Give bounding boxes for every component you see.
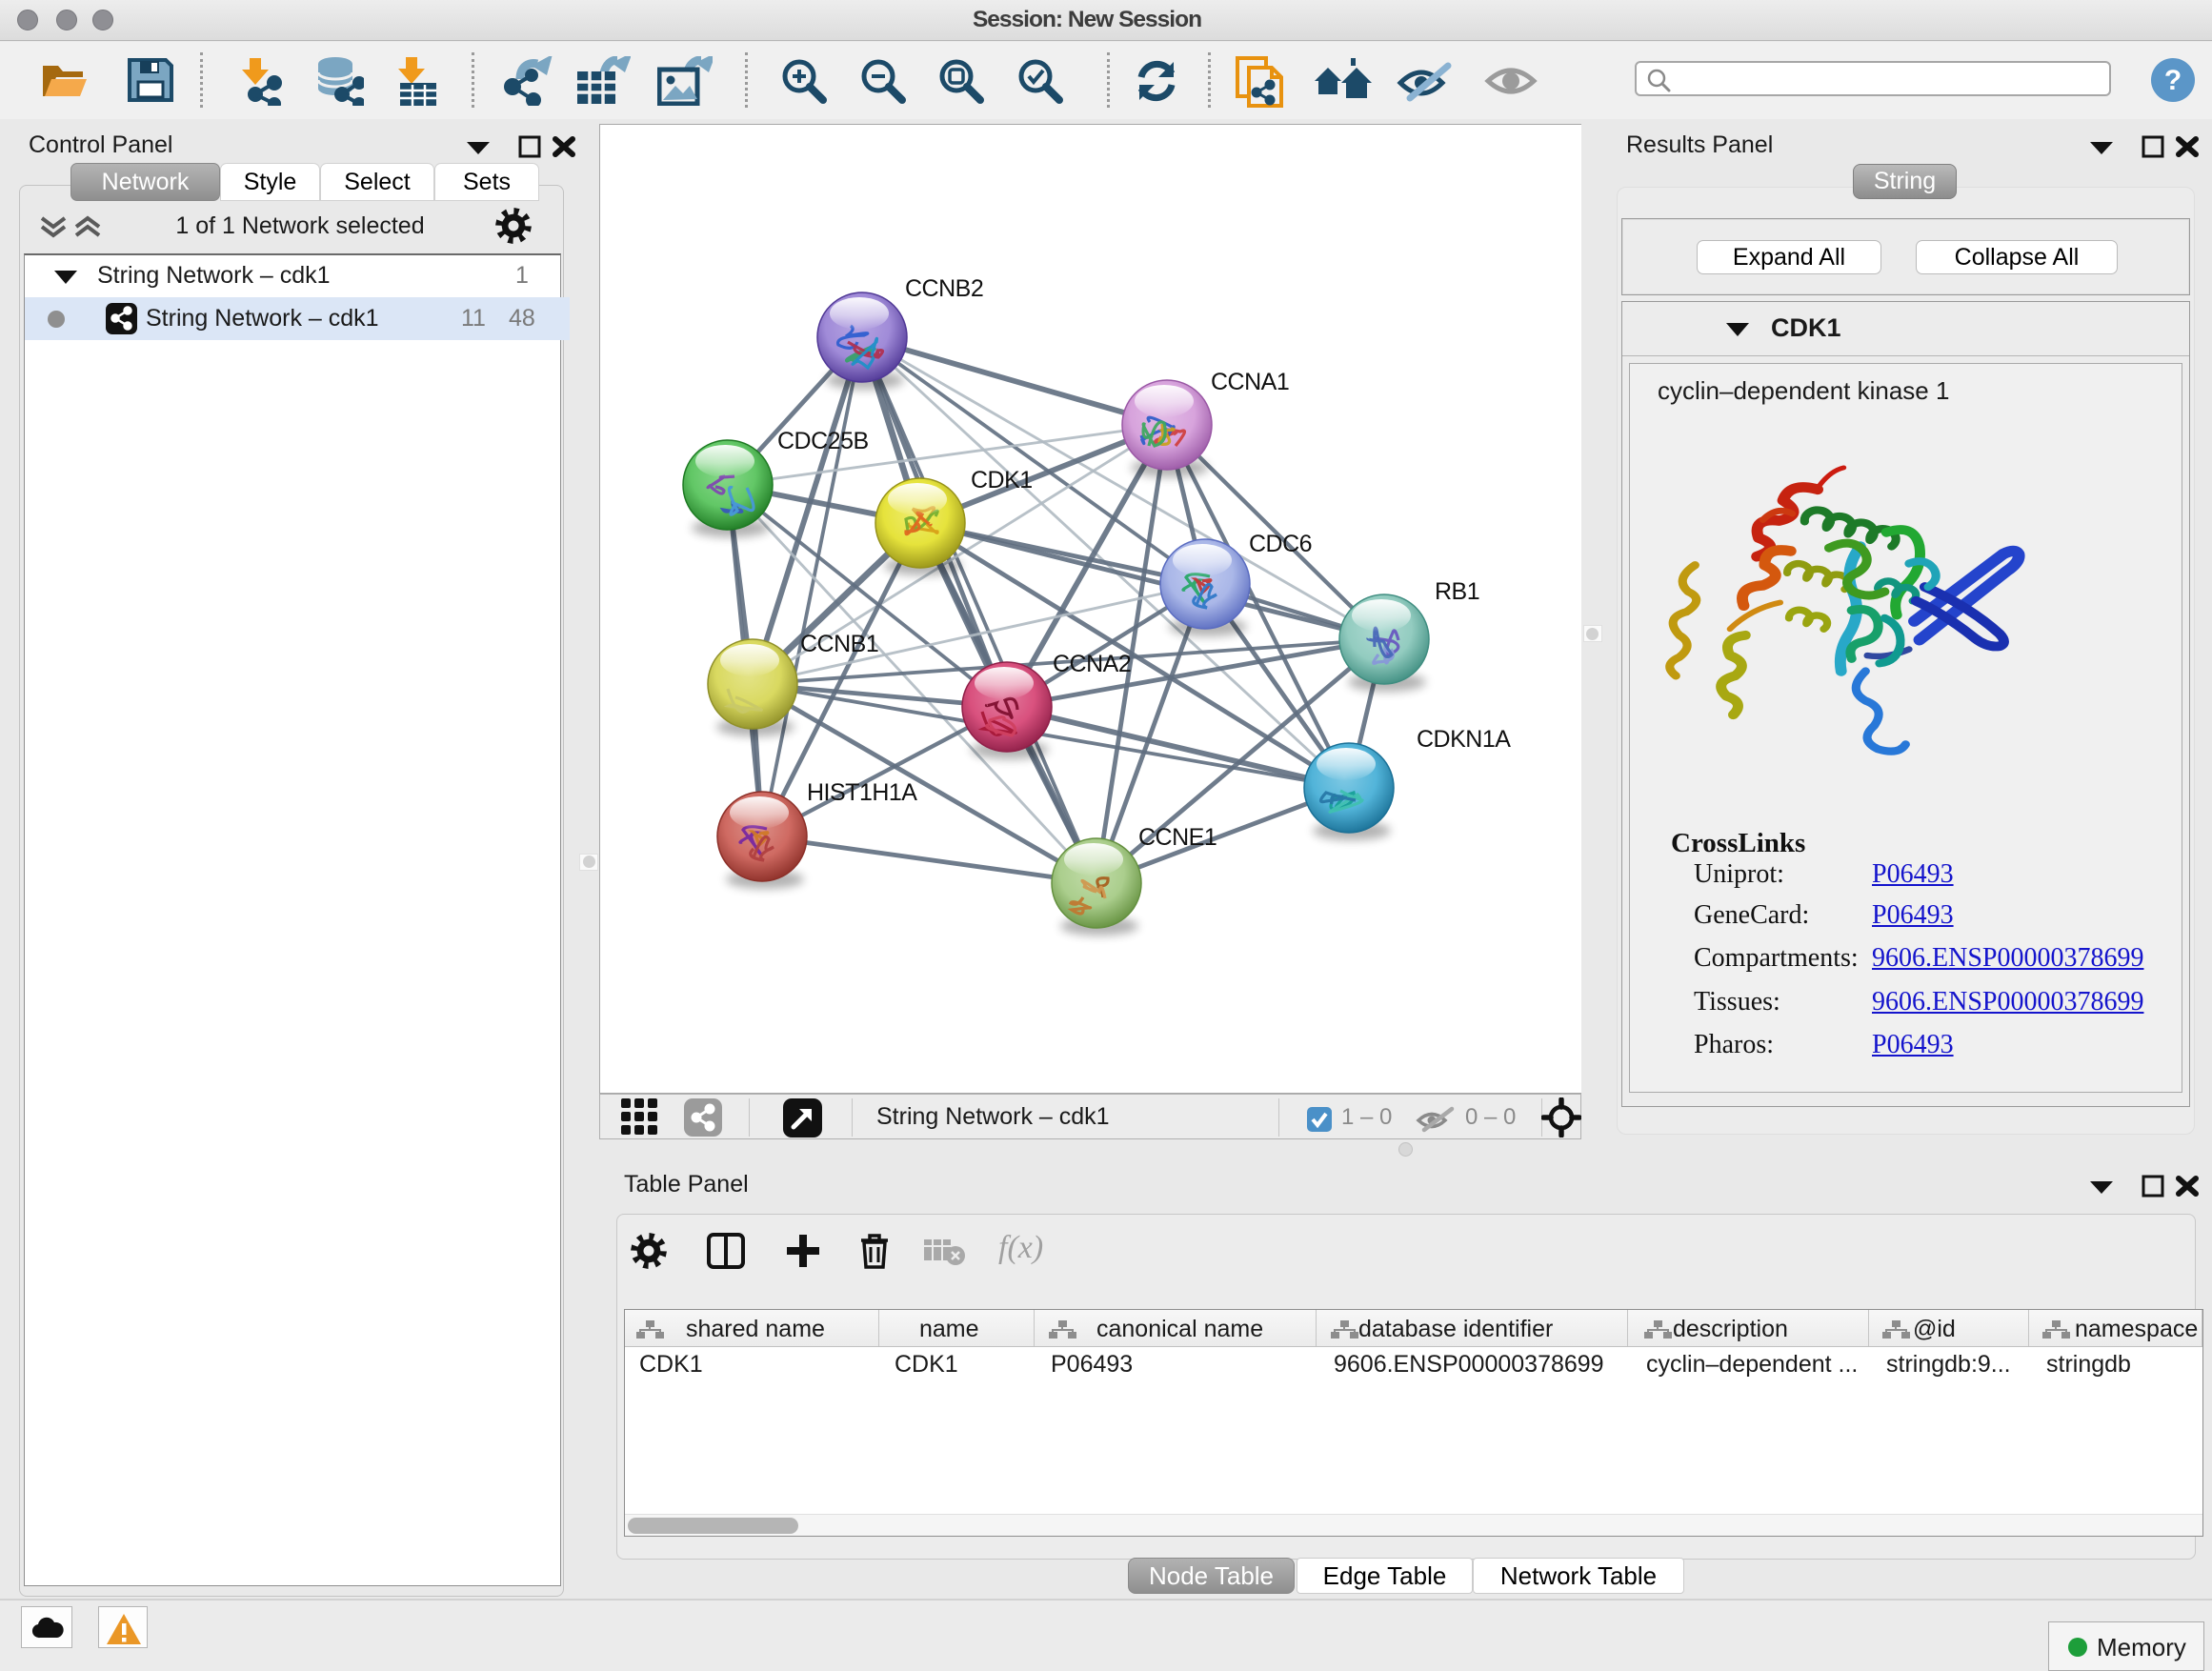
svg-text:?: ? — [2164, 65, 2182, 96]
svg-text:CDK1: CDK1 — [971, 467, 1033, 493]
svg-text:CCNB2: CCNB2 — [905, 275, 983, 302]
svg-text:CDC25B: CDC25B — [777, 428, 869, 454]
svg-text:CDKN1A: CDKN1A — [1417, 726, 1511, 753]
svg-text:CCNE1: CCNE1 — [1138, 824, 1217, 851]
svg-text:CCNA2: CCNA2 — [1053, 651, 1131, 677]
svg-text:CCNB1: CCNB1 — [800, 631, 878, 657]
svg-text:HIST1H1A: HIST1H1A — [807, 779, 917, 806]
svg-text:CCNA1: CCNA1 — [1211, 369, 1289, 395]
svg-text:CDC6: CDC6 — [1249, 531, 1312, 557]
svg-text:RB1: RB1 — [1435, 578, 1479, 605]
